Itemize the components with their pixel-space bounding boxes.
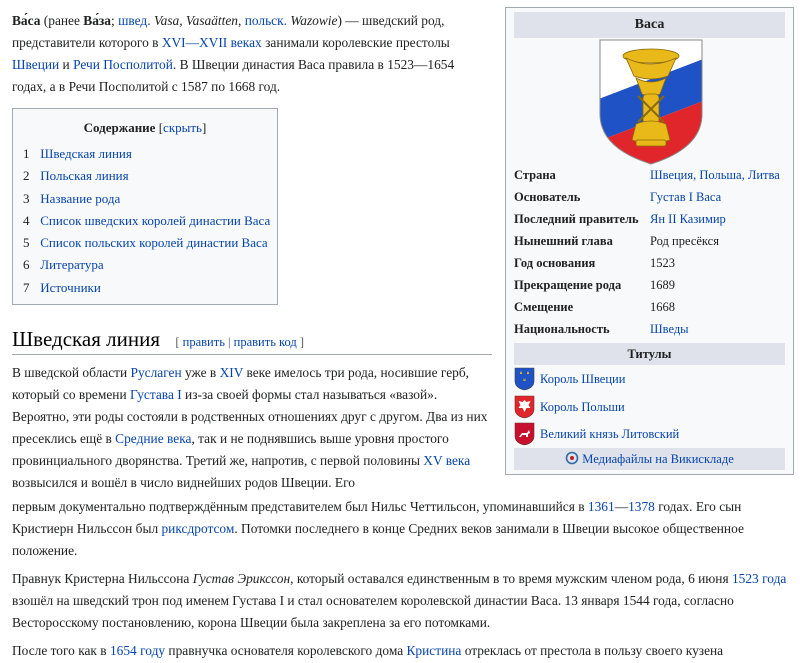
lang-link-polish[interactable]: польск. — [245, 13, 287, 28]
infobox-row-deposition: Смещение 1668 — [514, 300, 675, 314]
infobox-title: Васа — [514, 12, 785, 38]
toc-item[interactable]: 2 Польская линия — [23, 165, 267, 187]
edit-link[interactable]: править — [183, 335, 225, 349]
section-title: Шведская линия — [12, 327, 160, 351]
infobox-rows: Страна Швеция, Польша, Литва Основатель Гу… — [514, 164, 789, 340]
link-rzeczpospolita[interactable]: Речи Посполитой — [73, 57, 173, 72]
toc-item[interactable]: 1 Шведская линия — [23, 143, 267, 165]
section-edit-links: [ править | править код ] — [175, 335, 305, 349]
link-xiv[interactable]: XIV — [220, 365, 244, 380]
section-heading: Шведская линия [ править | править код ] — [12, 324, 492, 355]
intro-paragraph: Ва́са (ранее Ва́за; швед. Vasa, Vasaätte… — [12, 13, 455, 94]
link-riksdrots[interactable]: риксдротсом — [161, 521, 234, 536]
paragraph-swedish-line-3: После того как в 1654 году правнучка осн… — [12, 643, 724, 658]
link-1654[interactable]: 1654 году — [110, 643, 165, 658]
coat-of-arms-image[interactable] — [596, 36, 706, 168]
poland-eagle-icon — [514, 395, 535, 419]
link-roslagen[interactable]: Руслаген — [131, 365, 182, 380]
lithuania-pahonia-icon — [514, 422, 535, 446]
infobox-row-founder: Основатель Густав I Васа — [514, 190, 722, 204]
toc-item[interactable]: 4 Список шведских королей династии Васа — [23, 210, 270, 232]
infobox-row-last-ruler: Последний правитель Ян II Казимир — [514, 212, 726, 226]
toc-item[interactable]: 5 Список польских королей династии Васа — [23, 232, 268, 254]
infobox-row-founded: Год основания 1523 — [514, 256, 675, 270]
link-gustav-i[interactable]: Густава I — [130, 387, 182, 402]
infobox: Васа Страна Швеция, Польша, Литва Основат… — [505, 7, 794, 475]
toc-item[interactable]: 7 Источники — [23, 277, 267, 299]
toc-item[interactable]: 3 Название рода — [23, 188, 267, 210]
link-sweden[interactable]: Швеции — [12, 57, 59, 72]
link-christina[interactable]: Кристина — [407, 643, 462, 658]
edit-code-link[interactable]: править код — [234, 335, 297, 349]
link-xv-century[interactable]: XV века — [423, 453, 470, 468]
infobox-row-current-head: Нынешний глава Род пресёкся — [514, 234, 719, 248]
toc-list: 1 Шведская линия 2 Польская линия 3 Назв… — [23, 143, 270, 299]
table-of-contents: Содержание [скрыть] 1 Шведская линия 2 П… — [12, 108, 278, 305]
link-middle-ages[interactable]: Средние века — [115, 431, 191, 446]
paragraph-swedish-line-1: В шведской области Руслаген уже в XIV ве… — [12, 365, 488, 490]
link-1523[interactable]: 1523 года — [732, 571, 786, 586]
title-item-king-poland: Король Польши — [514, 394, 625, 420]
toc-hide-toggle[interactable]: скрыть — [163, 120, 202, 135]
lang-link-swedish[interactable]: швед. — [118, 13, 150, 28]
infobox-row-extinct: Прекращение рода 1689 — [514, 278, 675, 292]
article-title-word: Ва́са — [12, 13, 41, 28]
toc-item[interactable]: 6 Литература — [23, 254, 267, 276]
title-item-grand-duke-lithuania: Великий князь Литовский — [514, 421, 679, 447]
title-item-king-sweden: Король Швеции — [514, 366, 625, 392]
link-centuries[interactable]: XVI—XVII веках — [162, 35, 262, 50]
infobox-commons-link[interactable]: Медиафайлы на Викискладе — [514, 448, 785, 470]
wikimedia-commons-icon — [565, 451, 579, 465]
link-1361[interactable]: 1361 — [588, 499, 615, 514]
sweden-coat-icon — [514, 367, 535, 391]
infobox-titles-heading: Титулы — [514, 343, 785, 365]
infobox-row-country: Страна Швеция, Польша, Литва — [514, 168, 780, 182]
infobox-row-nationality: Национальность Шведы — [514, 322, 689, 336]
paragraph-swedish-line-2: Правнук Кристерна Нильссона Густав Эрикс… — [12, 571, 787, 630]
paragraph-swedish-line-1-cont: первым документально подтверждённым пред… — [12, 499, 744, 558]
toc-title: Содержание [скрыть] — [83, 120, 207, 135]
link-1378[interactable]: 1378 — [628, 499, 655, 514]
